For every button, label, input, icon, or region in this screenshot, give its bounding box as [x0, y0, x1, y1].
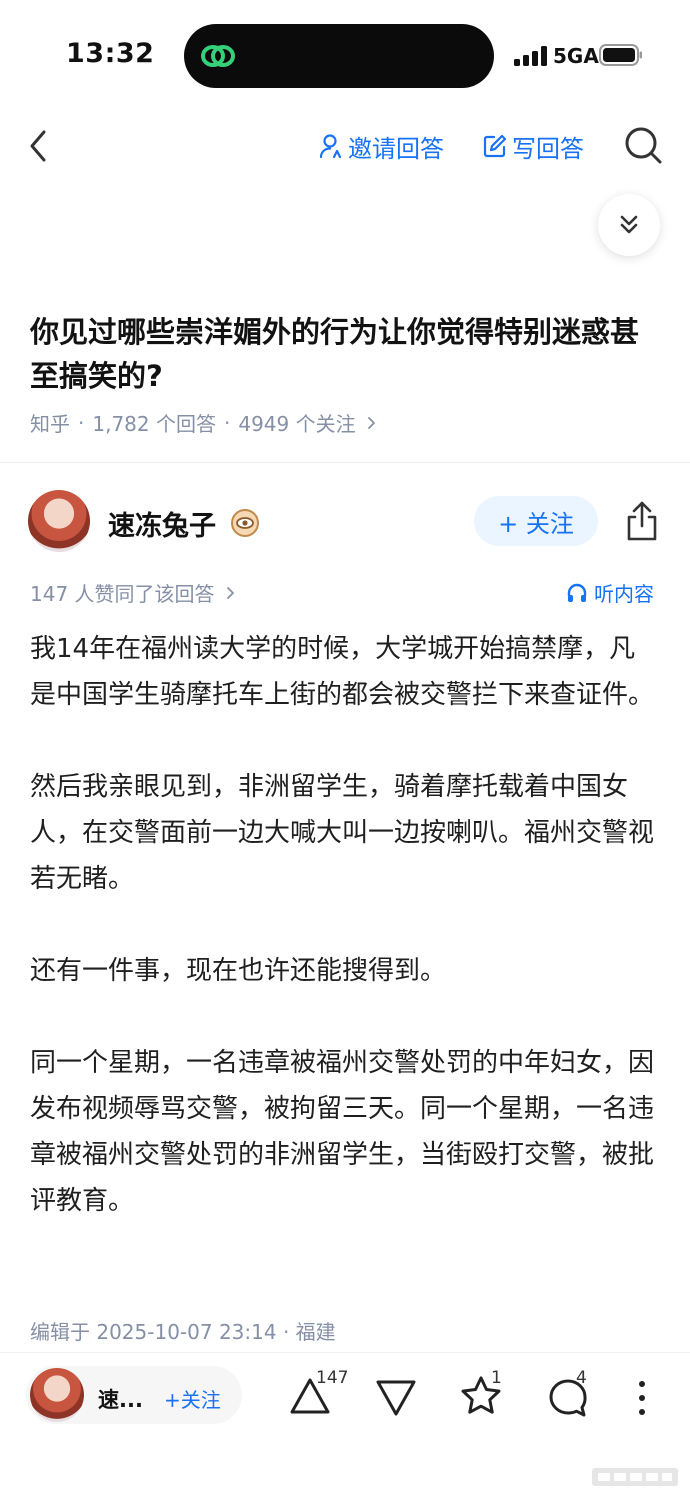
write-answer-button[interactable]: 写回答 [482, 128, 584, 164]
bottom-follow-button[interactable]: +关注 [164, 1384, 221, 1413]
search-icon[interactable] [622, 124, 664, 166]
invite-answer-label: 邀请回答 [348, 134, 444, 163]
author-avatar[interactable] [28, 490, 90, 552]
dynamic-island [184, 24, 494, 88]
follow-count: 4949 个关注 [238, 412, 356, 436]
downvote-icon[interactable] [374, 1376, 418, 1420]
link-app-icon [201, 45, 235, 67]
author-name[interactable]: 速冻兔子 [108, 504, 216, 543]
invite-answer-button[interactable]: 邀请回答 [318, 128, 444, 164]
edit-icon [483, 134, 507, 158]
chevron-right-icon [226, 586, 234, 599]
collapse-button[interactable] [598, 194, 660, 256]
favorite-count: 1 [491, 1368, 502, 1388]
question-title[interactable]: 你见过哪些崇洋媚外的行为让你觉得特别迷惑甚至搞笑的? [30, 310, 660, 398]
answer-paragraph: 还有一件事，现在也许还能搜得到。 [30, 956, 447, 986]
section-divider [0, 462, 690, 463]
double-chevron-down-icon [620, 215, 638, 234]
meta-separator: · [78, 410, 85, 435]
comment-count: 4 [576, 1368, 587, 1388]
person-icon [319, 134, 342, 159]
upvote-count: 147 [316, 1368, 349, 1388]
answer-count: 1,782 个回答 [92, 412, 216, 436]
answer-paragraph: 然后我亲眼见到，非洲留学生，骑着摩托载着中国女人，在交警面前一边大喊大叫一边按喇… [30, 772, 655, 894]
creator-badge-icon [231, 509, 259, 537]
bottom-bar-divider [0, 1352, 690, 1353]
bottom-author-avatar[interactable] [30, 1368, 84, 1422]
watermark-icon [592, 1468, 678, 1486]
listen-content-button[interactable]: 听内容 [566, 578, 654, 607]
answer-body: 我14年在福州读大学的时候，大学城开始搞禁摩，凡是中国学生骑摩托车上街的都会被交… [30, 626, 660, 1270]
more-options-icon[interactable] [628, 1376, 656, 1420]
headphones-icon [567, 583, 587, 602]
question-source: 知乎 [30, 412, 70, 436]
bottom-author-name[interactable]: 速... [98, 1384, 143, 1414]
status-time: 13:32 [66, 38, 155, 69]
upvote-summary-text: 147 人赞同了该回答 [30, 582, 215, 606]
meta-separator: · [223, 410, 231, 435]
edit-info: 编辑于 2025-10-07 23:14 · 福建 [30, 1320, 336, 1344]
upvote-summary[interactable]: 147 人赞同了该回答 [30, 578, 239, 607]
signal-icon [514, 46, 547, 66]
answer-paragraph: 我14年在福州读大学的时候，大学城开始搞禁摩，凡是中国学生骑摩托车上街的都会被交… [30, 634, 655, 710]
battery-icon [599, 44, 642, 66]
listen-content-label: 听内容 [594, 582, 654, 606]
network-type: 5GA [553, 44, 599, 68]
back-chevron-icon[interactable] [22, 126, 58, 166]
chevron-right-icon [367, 416, 375, 429]
answer-paragraph: 同一个星期，一名违章被福州交警处罚的中年妇女，因发布视频辱骂交警，被拘留三天。同… [30, 1048, 655, 1216]
follow-author-button[interactable]: + 关注 [474, 496, 598, 546]
write-answer-label: 写回答 [512, 134, 584, 163]
question-meta[interactable]: 知乎 · 1,782 个回答 · 4949 个关注 [30, 408, 380, 437]
share-icon[interactable] [622, 500, 662, 542]
